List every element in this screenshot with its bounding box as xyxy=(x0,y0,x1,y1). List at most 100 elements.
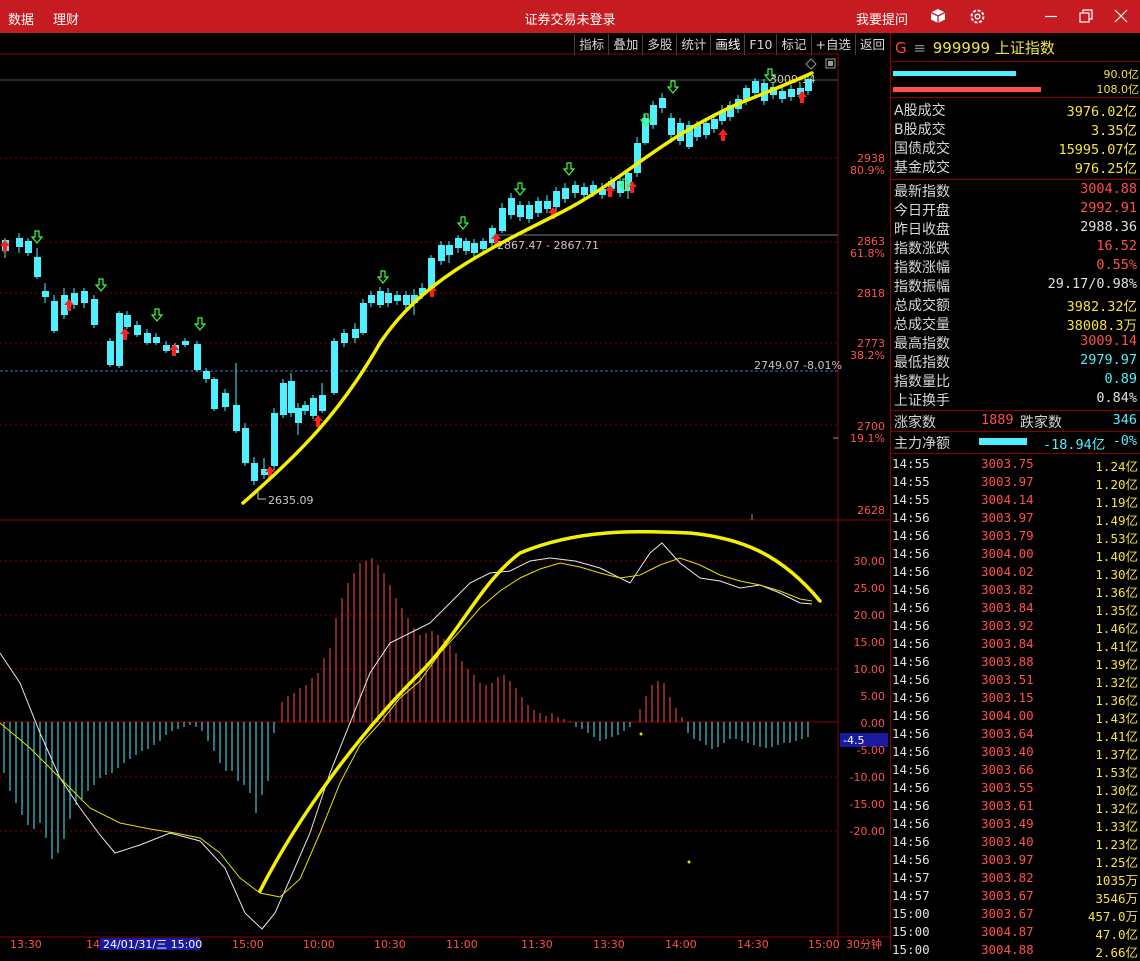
candle-body xyxy=(302,405,309,411)
low-marker xyxy=(257,492,266,500)
quote-value: 0.55% xyxy=(1096,257,1137,273)
candle xyxy=(455,235,462,253)
candle xyxy=(385,288,392,307)
candle-body xyxy=(271,413,278,466)
quote-label: 基金成交 xyxy=(894,160,950,176)
tick-price: 3003.49 xyxy=(981,816,1034,831)
candle xyxy=(302,401,309,415)
toolbar-indicator[interactable]: 指标 xyxy=(574,34,608,55)
toolbar-draw-line[interactable]: 画线 xyxy=(710,34,744,55)
candle-body xyxy=(428,258,435,288)
candle-body xyxy=(650,105,657,125)
help-button[interactable]: 我要提问 xyxy=(856,9,908,28)
quote-value: 16.52 xyxy=(1096,238,1137,254)
candle xyxy=(788,85,795,101)
tick-price: 3003.84 xyxy=(981,636,1034,651)
candle-body xyxy=(703,123,710,135)
candle xyxy=(163,341,170,353)
quote-value: 0.84% xyxy=(1096,390,1137,406)
tick-volume: 1.30亿 xyxy=(1095,567,1138,582)
candle xyxy=(686,121,693,149)
toolbar-back[interactable]: 返回 xyxy=(854,34,889,55)
quote-label: 昨日收盘 xyxy=(894,222,950,238)
candle xyxy=(659,93,666,113)
toolbar-add-watchlist[interactable]: +自选 xyxy=(810,34,855,55)
candle-body xyxy=(203,371,210,379)
tick-row: 14:56 3003.88 1.39亿 xyxy=(892,654,1140,672)
tick-time: 15:00 xyxy=(892,906,930,921)
candle xyxy=(526,201,533,223)
candle xyxy=(34,248,41,279)
diamond-icon xyxy=(805,58,817,70)
menu-finance[interactable]: 理财 xyxy=(53,9,79,28)
drawn-macd-curve xyxy=(258,529,822,893)
candle-body xyxy=(526,205,533,219)
gear-icon[interactable] xyxy=(969,8,986,25)
quote-label: 总成交量 xyxy=(894,317,950,333)
candle xyxy=(242,423,249,466)
down-count-label: 跌家数 xyxy=(1020,415,1062,431)
stock-code: 999999 xyxy=(932,39,991,57)
sell-arrow-icon xyxy=(30,230,44,244)
tick-volume: 1.23亿 xyxy=(1095,837,1138,852)
tick-volume: 1.20亿 xyxy=(1095,477,1138,492)
tick-row: 15:00 3004.87 47.0亿 xyxy=(892,924,1140,942)
candle-body xyxy=(182,341,189,345)
tick-row: 14:56 3003.61 1.32亿 xyxy=(892,798,1140,816)
time-axis-label: 10:30 xyxy=(374,938,406,950)
restore-icon[interactable] xyxy=(1078,8,1094,24)
toolbar-overlay[interactable]: 叠加 xyxy=(608,34,642,55)
time-axis-label: 15:00 xyxy=(808,938,840,950)
candle xyxy=(341,329,348,347)
candle xyxy=(271,408,278,470)
time-axis-label: 13:30 xyxy=(10,938,42,950)
tick-volume: 1.19亿 xyxy=(1095,495,1138,510)
candle-body xyxy=(438,245,445,261)
candle-body xyxy=(295,408,302,423)
tick-price: 3003.15 xyxy=(981,690,1034,705)
quote-value: 3976.02亿 xyxy=(1066,104,1137,120)
tick-time: 14:56 xyxy=(892,798,930,813)
candle xyxy=(233,363,240,433)
sell-arrow-icon xyxy=(193,317,207,331)
candlesticks xyxy=(2,73,812,485)
tick-volume: 1.53亿 xyxy=(1095,765,1138,780)
close-icon[interactable] xyxy=(1113,8,1129,24)
tick-row: 14:56 3003.15 1.36亿 xyxy=(892,690,1140,708)
tick-volume: 47.0亿 xyxy=(1095,927,1138,942)
tick-price: 3003.97 xyxy=(981,852,1034,867)
cube-icon[interactable] xyxy=(930,8,946,24)
tick-row: 14:56 3003.64 1.41亿 xyxy=(892,726,1140,744)
candle xyxy=(51,295,58,333)
toolbar-statistics[interactable]: 统计 xyxy=(676,34,710,55)
candle-body xyxy=(288,381,295,413)
tick-time: 14:56 xyxy=(892,708,930,723)
menu-icon[interactable]: ≡ xyxy=(913,39,926,57)
tick-price: 3003.88 xyxy=(981,654,1034,669)
tick-price: 3003.67 xyxy=(981,906,1034,921)
candle xyxy=(544,195,551,213)
tick-time: 14:56 xyxy=(892,564,930,579)
quote-label: 指数量比 xyxy=(894,374,950,390)
toolbar-f10[interactable]: F10 xyxy=(744,34,776,55)
panel-toggle-fill xyxy=(828,61,833,66)
candle-body xyxy=(144,333,151,343)
menu-data[interactable]: 数据 xyxy=(8,9,34,28)
tick-volume: 1.36亿 xyxy=(1095,693,1138,708)
candle-body xyxy=(163,345,170,351)
toolbar-multi-stock[interactable]: 多股 xyxy=(642,34,676,55)
tick-time: 14:57 xyxy=(892,888,930,903)
kline-chart[interactable]: 2867.47 - 2867.71 2749.07 -8.01% 2635.09 30… xyxy=(0,33,890,950)
chart-grid xyxy=(0,53,890,950)
macd-axis-label: -5.00 xyxy=(857,744,885,757)
candle xyxy=(81,288,88,308)
minimize-icon[interactable] xyxy=(1043,8,1059,24)
time-axis-label: 13:30 xyxy=(593,938,625,950)
time-axis-label: 14 xyxy=(86,938,100,950)
quote-label: B股成交 xyxy=(894,122,946,138)
toolbar-mark[interactable]: 标记 xyxy=(776,34,810,55)
quote-label: 指数涨幅 xyxy=(894,260,950,276)
candle-body xyxy=(91,299,98,325)
candle-body xyxy=(535,201,542,213)
candle xyxy=(499,203,506,233)
